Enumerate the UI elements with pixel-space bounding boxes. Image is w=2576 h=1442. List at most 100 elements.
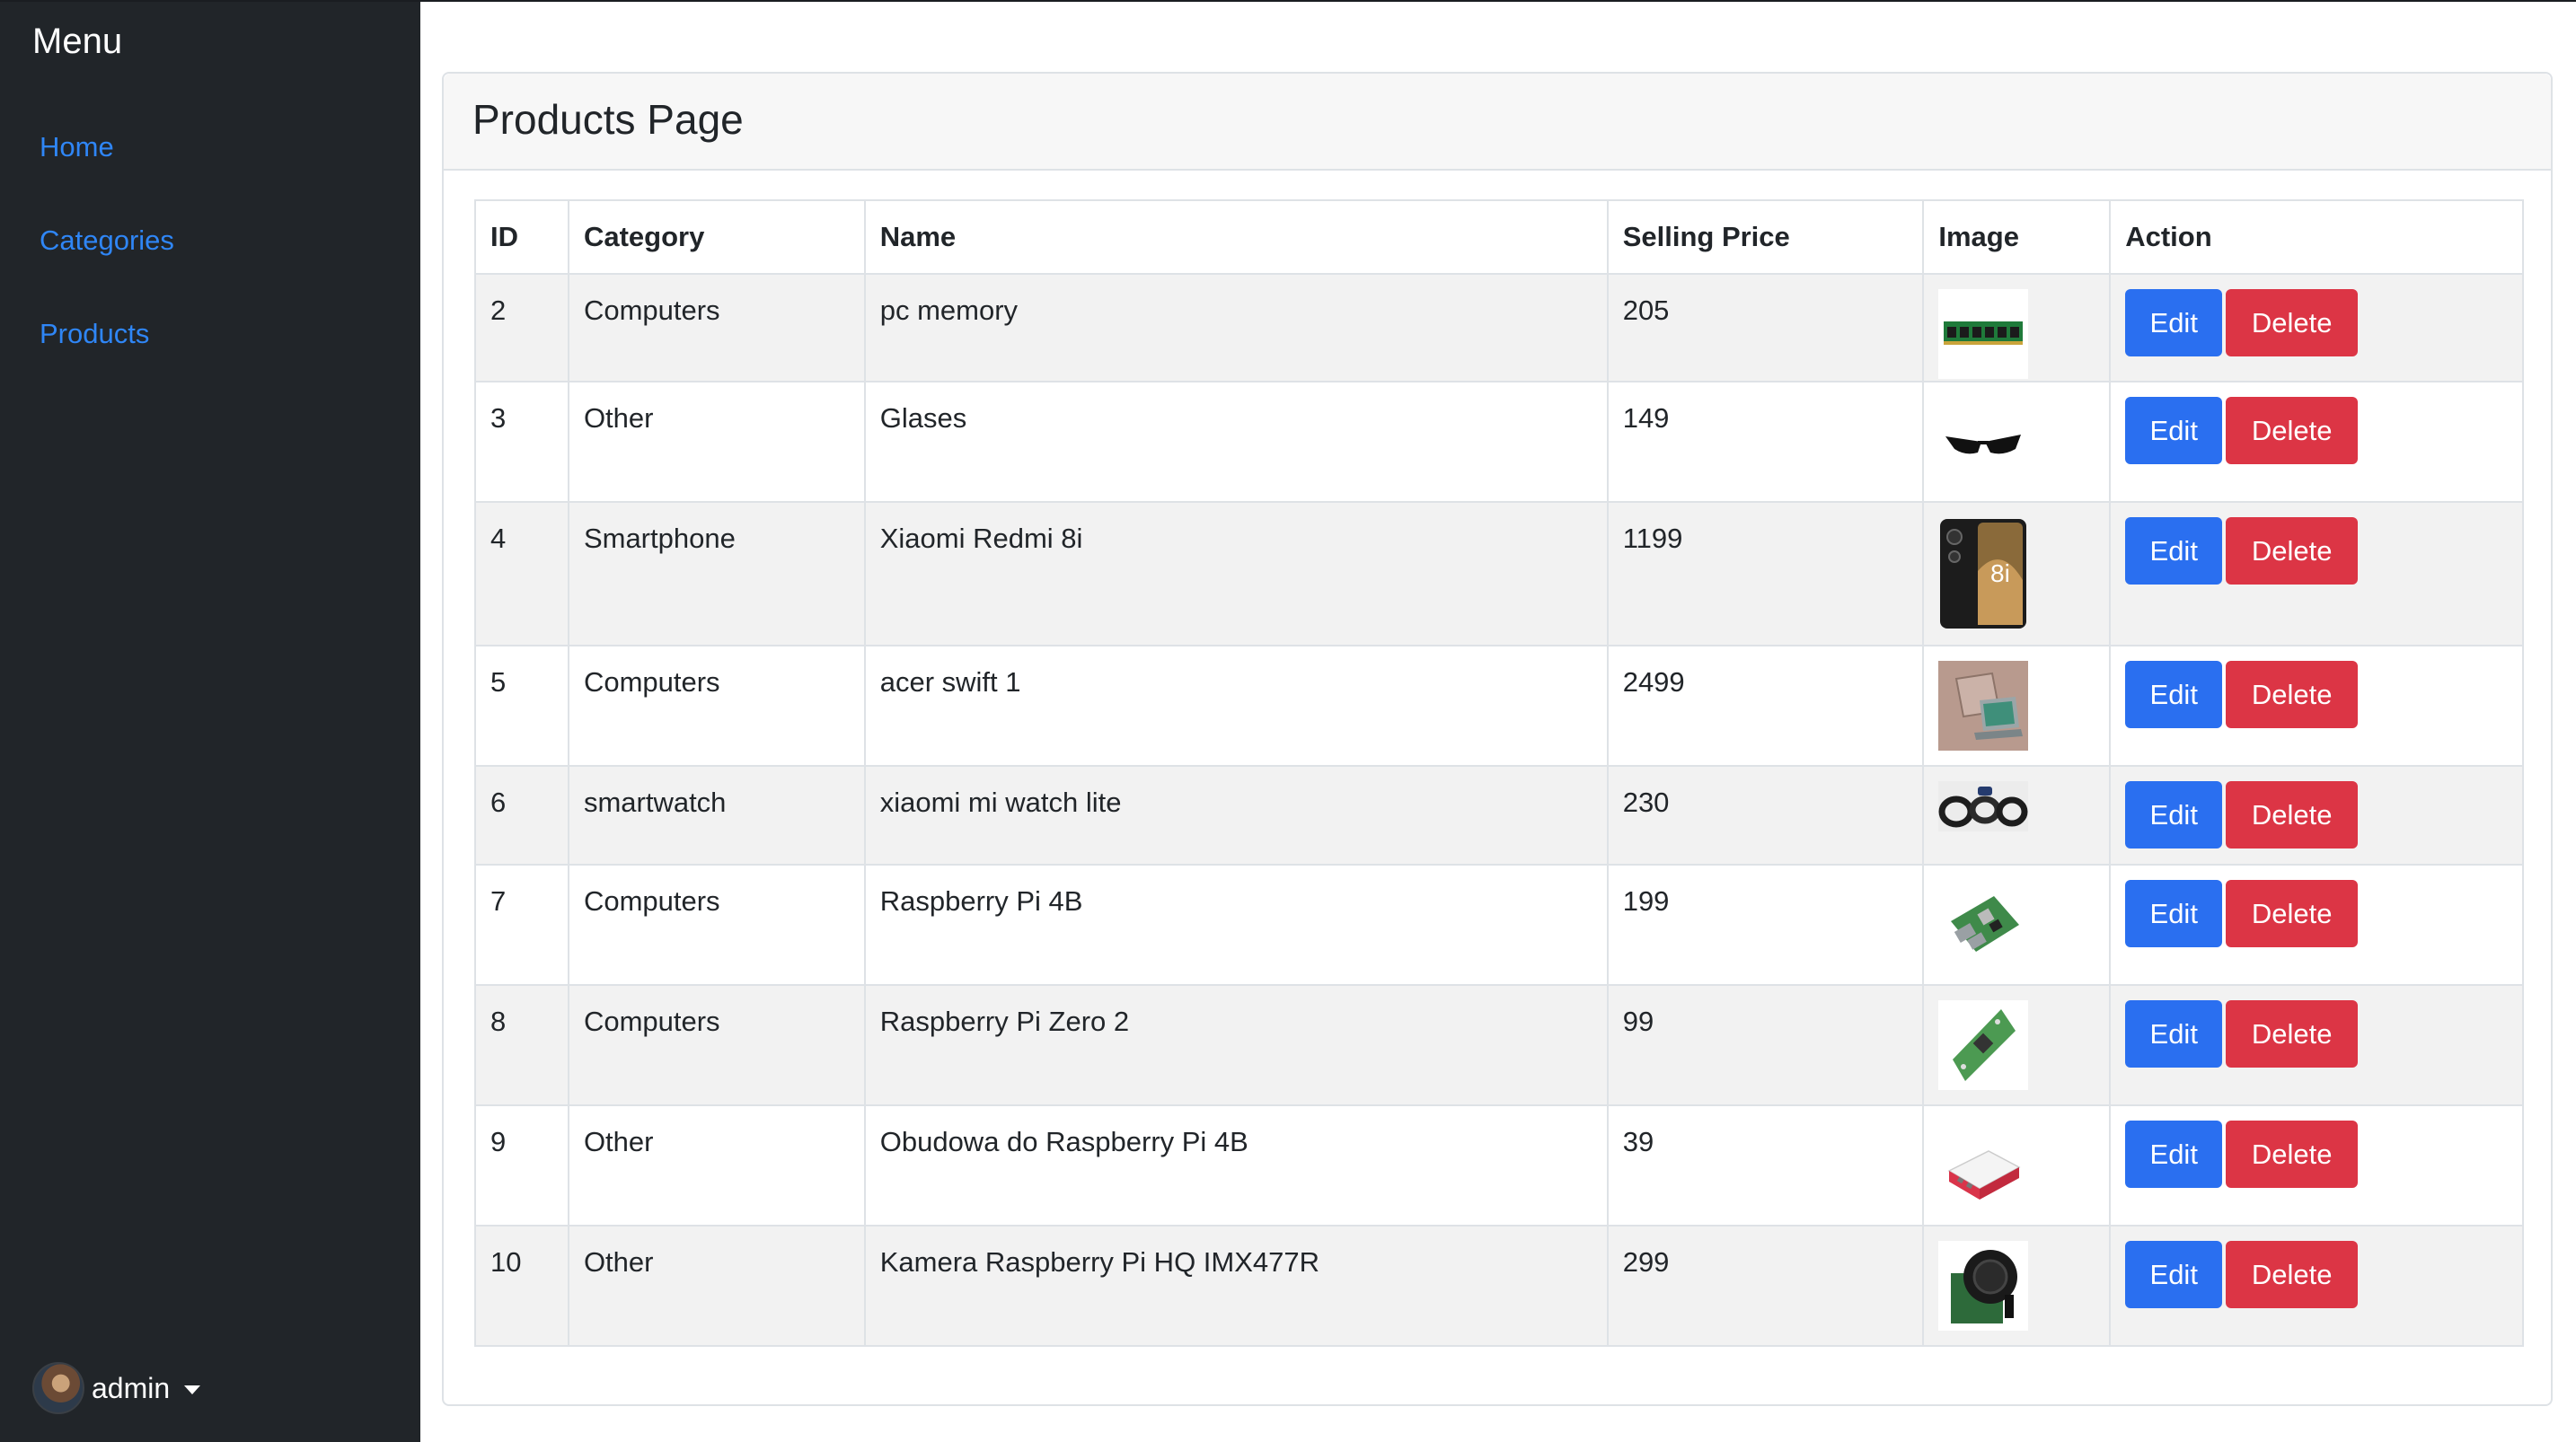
avatar (32, 1362, 84, 1414)
cell-image (1922, 273, 2112, 382)
table-row: 7 Computers Raspberry Pi 4B 199 EditDel (474, 864, 2524, 986)
cell-id: 4 (474, 501, 569, 646)
cell-category: Computers (567, 984, 866, 1106)
cell-name: Raspberry Pi 4B (863, 864, 1609, 986)
cell-action: Edit Delete (2109, 1104, 2524, 1227)
cell-image (1922, 645, 2112, 767)
cell-category: Other (567, 381, 866, 503)
table-row: 5 Computers acer swift 1 2499 Edit Delete (474, 645, 2524, 767)
column-header-name: Name (863, 199, 1609, 275)
cell-price: 230 (1606, 765, 1925, 866)
cell-image: 8i (1922, 501, 2112, 646)
edit-button[interactable]: Edit (2125, 880, 2223, 947)
case-icon (1938, 1121, 2029, 1210)
cell-name: Xiaomi Redmi 8i (863, 501, 1609, 646)
table-row: 9 Other Obudowa do Raspberry Pi 4B 39 Ed… (474, 1104, 2524, 1227)
table-row: 4 Smartphone Xiaomi Redmi 8i 1199 8i Edi (474, 501, 2524, 646)
sidebar-item-home[interactable]: Home (40, 131, 114, 163)
edit-button[interactable]: Edit (2125, 781, 2223, 848)
cell-price: 1199 (1606, 501, 1925, 646)
products-card: Products Page ID Category Name Selling P… (442, 72, 2553, 1406)
delete-button[interactable]: Delete (2226, 880, 2359, 947)
card-header: Products Page (444, 74, 2551, 171)
laptop-icon (1938, 661, 2029, 751)
cell-action: Edit Delete (2109, 645, 2524, 767)
delete-button[interactable]: Delete (2226, 397, 2359, 464)
cell-price: 149 (1606, 381, 1925, 503)
delete-button[interactable]: Delete (2226, 289, 2359, 356)
delete-button[interactable]: Delete (2226, 781, 2359, 848)
delete-button[interactable]: Delete (2226, 1241, 2359, 1308)
cell-image (1922, 1104, 2112, 1227)
column-header-id: ID (474, 199, 569, 275)
column-header-selling-price: Selling Price (1606, 199, 1925, 275)
edit-button[interactable]: Edit (2125, 661, 2223, 728)
cell-name: pc memory (863, 273, 1609, 382)
cell-action: Edit Delete (2109, 273, 2524, 382)
cell-id: 7 (474, 864, 569, 986)
cell-price: 99 (1606, 984, 1925, 1106)
cell-image (1922, 1225, 2112, 1347)
edit-button[interactable]: Edit (2125, 397, 2223, 464)
cell-id: 9 (474, 1104, 569, 1227)
sidebar-title: Menu (32, 22, 123, 61)
cell-id: 6 (474, 765, 569, 866)
cell-price: 39 (1606, 1104, 1925, 1227)
edit-button[interactable]: Edit (2125, 1241, 2223, 1308)
user-menu[interactable]: admin (32, 1361, 201, 1415)
delete-button[interactable]: Delete (2226, 661, 2359, 728)
column-header-action: Action (2109, 199, 2524, 275)
sidebar-item-products[interactable]: Products (40, 318, 149, 350)
cell-action: Edit Delete (2109, 501, 2524, 646)
cell-action: Edit Delete (2109, 381, 2524, 503)
cell-category: Computers (567, 864, 866, 986)
sidebar-item-categories[interactable]: Categories (40, 224, 174, 257)
cell-image (1922, 381, 2112, 503)
cell-image (1922, 864, 2112, 986)
column-header-category: Category (567, 199, 866, 275)
column-header-image: Image (1922, 199, 2112, 275)
delete-button[interactable]: Delete (2226, 1121, 2359, 1188)
cell-price: 199 (1606, 864, 1925, 986)
delete-button[interactable]: Delete (2226, 517, 2359, 585)
edit-button[interactable]: Edit (2125, 1121, 2223, 1188)
table-row: 3 Other Glases 149 Edit Delete (474, 381, 2524, 503)
circuit-board-icon (1938, 1000, 2029, 1090)
cell-price: 205 (1606, 273, 1925, 382)
cell-name: xiaomi mi watch lite (863, 765, 1609, 866)
table-row: 10 Other Kamera Raspberry Pi HQ IMX477R … (474, 1225, 2524, 1347)
cell-image (1922, 765, 2112, 866)
cell-name: Kamera Raspberry Pi HQ IMX477R (863, 1225, 1609, 1347)
cell-id: 2 (474, 273, 569, 382)
edit-button[interactable]: Edit (2125, 1000, 2223, 1068)
edit-button[interactable]: Edit (2125, 517, 2223, 585)
sunglasses-icon (1938, 397, 2029, 487)
cell-action: Edit Delete (2109, 864, 2524, 986)
smartphone-icon: 8i (1940, 519, 2027, 629)
cell-name: Obudowa do Raspberry Pi 4B (863, 1104, 1609, 1227)
cell-id: 8 (474, 984, 569, 1106)
edit-button[interactable]: Edit (2125, 289, 2223, 356)
table-row: 6 smartwatch xiaomi mi watch lite 230 Ed… (474, 765, 2524, 866)
sidebar: Menu Home Categories Products admin (0, 2, 420, 1442)
cell-category: Computers (567, 645, 866, 767)
cell-name: Raspberry Pi Zero 2 (863, 984, 1609, 1106)
circuit-board-icon (1938, 880, 2029, 970)
cell-category: smartwatch (567, 765, 866, 866)
page-title: Products Page (472, 96, 744, 143)
cell-price: 299 (1606, 1225, 1925, 1347)
phone-label: 8i (1990, 559, 2010, 587)
cell-category: Other (567, 1104, 866, 1227)
products-table: ID Category Name Selling Price Image Act… (474, 199, 2524, 1347)
delete-button[interactable]: Delete (2226, 1000, 2359, 1068)
cell-category: Computers (567, 273, 866, 382)
caret-down-icon (184, 1385, 201, 1394)
table-row: 8 Computers Raspberry Pi Zero 2 99 Edit D… (474, 984, 2524, 1106)
cell-category: Smartphone (567, 501, 866, 646)
username: admin (92, 1371, 171, 1404)
camera-module-icon (1938, 1241, 2029, 1331)
cell-name: acer swift 1 (863, 645, 1609, 767)
cell-action: Edit Delete (2109, 1225, 2524, 1347)
cell-action: Edit Delete (2109, 984, 2524, 1106)
cell-category: Other (567, 1225, 866, 1347)
